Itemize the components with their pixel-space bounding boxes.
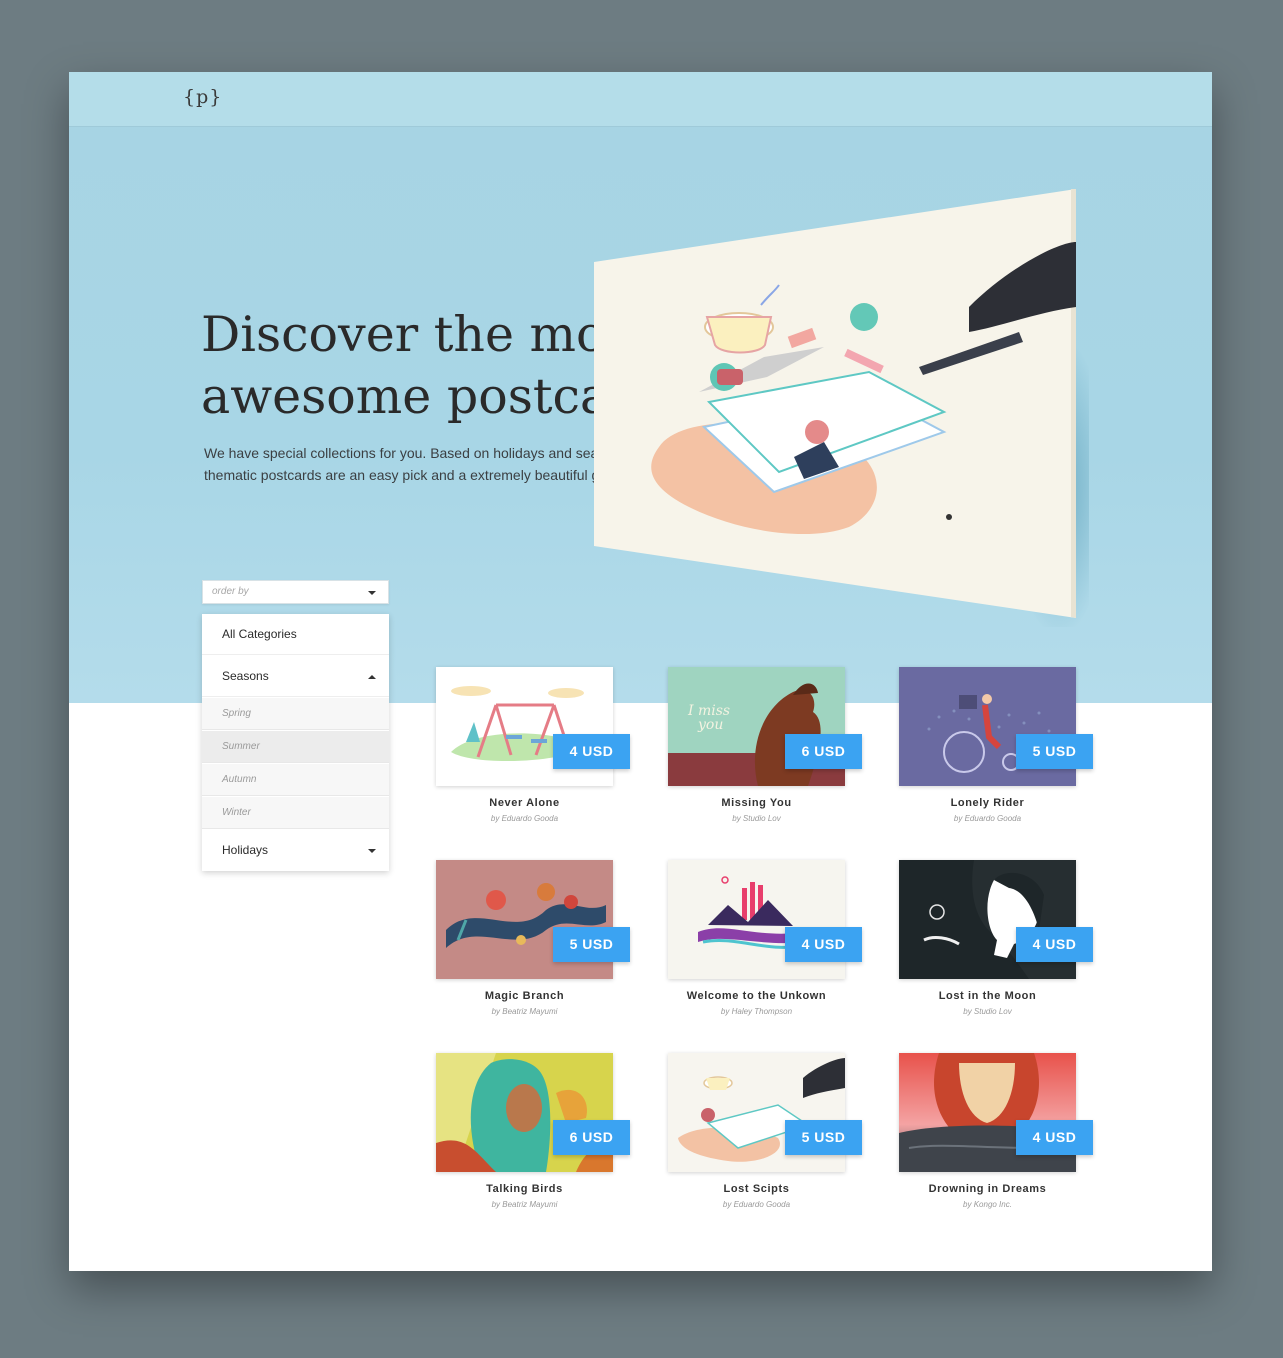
- svg-text:you: you: [697, 717, 723, 733]
- category-seasons[interactable]: Seasons: [202, 656, 389, 697]
- subcategory-label: Winter: [222, 807, 251, 818]
- price-badge: 5 USD: [785, 1120, 862, 1155]
- price-badge: 4 USD: [785, 927, 862, 962]
- product-author: by Eduardo Gooda: [722, 1200, 791, 1209]
- subcategory-winter[interactable]: Winter: [202, 797, 389, 829]
- product-title[interactable]: Welcome to the Unkown: [668, 990, 845, 1002]
- price-badge: 6 USD: [785, 734, 862, 769]
- product-author: by Studio Lov: [732, 814, 781, 823]
- price-badge: 5 USD: [553, 927, 630, 962]
- category-all-label: All Categories: [222, 627, 297, 641]
- order-by-placeholder: order by: [212, 586, 249, 597]
- subcategory-autumn[interactable]: Autumn: [202, 764, 389, 796]
- product-title[interactable]: Lost Scipts: [668, 1183, 845, 1195]
- category-all[interactable]: All Categories: [202, 614, 389, 655]
- product-author: by Beatriz Mayumi: [491, 1007, 558, 1016]
- subcategory-label: Summer: [222, 741, 260, 752]
- category-holidays[interactable]: Holidays: [202, 830, 389, 871]
- product-card-welcome-to-the-unkown[interactable]: 4 USD Welcome to the Unkown by Haley Tho…: [668, 860, 862, 1016]
- category-holidays-label: Holidays: [222, 843, 269, 857]
- price-badge: 6 USD: [553, 1120, 630, 1155]
- top-bar: {p}: [69, 72, 1212, 127]
- product-card-missing-you[interactable]: I miss you 6 USD Missing You by Studio L…: [668, 667, 862, 823]
- subcategory-summer[interactable]: Summer: [202, 731, 389, 763]
- product-card-talking-birds[interactable]: 6 USD Talking Birds by Beatriz Mayumi: [436, 1053, 630, 1209]
- product-author: by Eduardo Gooda: [490, 814, 559, 823]
- product-title[interactable]: Talking Birds: [436, 1183, 613, 1195]
- page-frame: {p} Discover the most awesome postcards …: [69, 72, 1212, 1271]
- chevron-down-icon: [368, 849, 376, 853]
- category-menu: All Categories Seasons Spring Summer Aut…: [202, 614, 389, 871]
- chevron-down-icon: [368, 591, 376, 595]
- price-badge: 5 USD: [1016, 734, 1093, 769]
- subcategory-spring[interactable]: Spring: [202, 698, 389, 730]
- product-title[interactable]: Never Alone: [436, 797, 613, 809]
- product-card-magic-branch[interactable]: 5 USD Magic Branch by Beatriz Mayumi: [436, 860, 630, 1016]
- hero-section: {p} Discover the most awesome postcards …: [69, 72, 1212, 703]
- subcategory-label: Autumn: [222, 774, 257, 785]
- subcategory-label: Spring: [222, 708, 251, 719]
- product-card-lonely-rider[interactable]: 5 USD Lonely Rider by Eduardo Gooda: [899, 667, 1093, 823]
- logo[interactable]: {p}: [183, 86, 222, 108]
- product-title[interactable]: Magic Branch: [436, 990, 613, 1002]
- price-badge: 4 USD: [1016, 1120, 1093, 1155]
- product-title[interactable]: Lonely Rider: [899, 797, 1076, 809]
- product-title[interactable]: Lost in the Moon: [899, 990, 1076, 1002]
- price-badge: 4 USD: [1016, 927, 1093, 962]
- product-author: by Haley Thompson: [720, 1007, 793, 1016]
- product-author: by Studio Lov: [963, 1007, 1012, 1016]
- product-card-never-alone[interactable]: 4 USD Never Alone by Eduardo Gooda: [436, 667, 630, 823]
- category-seasons-label: Seasons: [222, 669, 269, 683]
- price-badge: 4 USD: [553, 734, 630, 769]
- product-title[interactable]: Missing You: [668, 797, 845, 809]
- product-card-lost-scipts[interactable]: 5 USD Lost Scipts by Eduardo Gooda: [668, 1053, 862, 1209]
- order-by-select[interactable]: order by: [202, 580, 389, 604]
- product-author: by Beatriz Mayumi: [491, 1200, 558, 1209]
- product-card-lost-in-the-moon[interactable]: 4 USD Lost in the Moon by Studio Lov: [899, 860, 1093, 1016]
- product-author: by Eduardo Gooda: [953, 814, 1022, 823]
- chevron-up-icon: [368, 675, 376, 679]
- hero-postcard-illustration: [589, 187, 1109, 637]
- product-author: by Kongo Inc.: [963, 1200, 1012, 1209]
- product-title[interactable]: Drowning in Dreams: [899, 1183, 1076, 1195]
- product-card-drowning-in-dreams[interactable]: 4 USD Drowning in Dreams by Kongo Inc.: [899, 1053, 1093, 1209]
